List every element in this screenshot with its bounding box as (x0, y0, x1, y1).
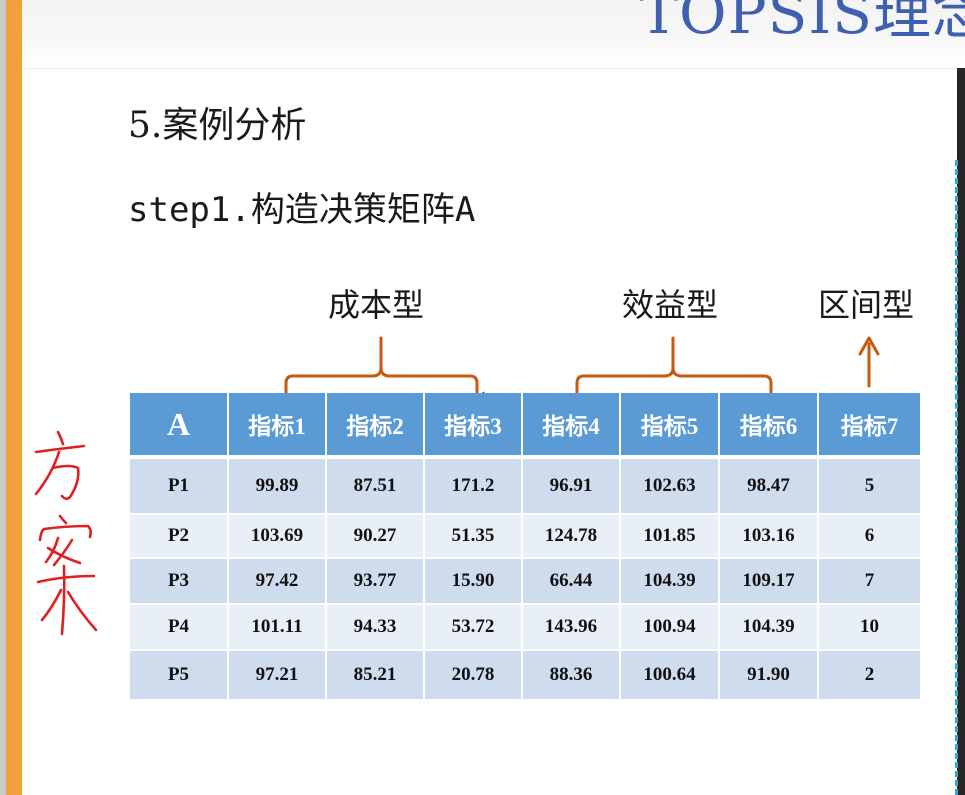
decision-matrix: A 指标1 指标2 指标3 指标4 指标5 指标6 指标7 P1 99.89 8… (130, 393, 920, 699)
row-label: P5 (130, 649, 228, 699)
table-cell: 104.39 (619, 557, 719, 604)
table-cell: 93.77 (325, 557, 424, 604)
step-title: step1.构造决策矩阵A (128, 190, 476, 230)
accent-bar (6, 0, 22, 795)
row-label: P2 (130, 513, 228, 558)
table-header-row: A 指标1 指标2 指标3 指标4 指标5 指标6 指标7 (130, 393, 920, 459)
table-row: P1 99.89 87.51 171.2 96.91 102.63 98.47 … (130, 456, 920, 514)
row-label: P3 (130, 557, 228, 604)
table-cell: 102.63 (619, 456, 719, 514)
column-header: 指标1 (227, 393, 326, 459)
table-cell: 103.16 (718, 513, 818, 558)
table-cell: 85.21 (325, 649, 424, 699)
handwritten-annotation (34, 430, 98, 636)
table-cell: 10 (817, 603, 920, 650)
table-row: P4 101.11 94.33 53.72 143.96 100.94 104.… (130, 603, 920, 650)
table-cell: 103.69 (227, 513, 326, 558)
table-cell: 98.47 (718, 456, 818, 514)
table-cell: 20.78 (423, 649, 522, 699)
table-cell: 88.36 (521, 649, 620, 699)
interval-arrow (858, 336, 880, 388)
table-cell: 90.27 (325, 513, 424, 558)
table-row: P3 97.42 93.77 15.90 66.44 104.39 109.17… (130, 557, 920, 604)
table-cell: 171.2 (423, 456, 522, 514)
section-title: 5.案例分析 (128, 105, 307, 146)
table-cell: 51.35 (423, 513, 522, 558)
table-cell: 101.11 (227, 603, 326, 650)
benefit-type-label: 效益型 (622, 286, 719, 324)
table-cell: 91.90 (718, 649, 818, 699)
table-cell: 100.94 (619, 603, 719, 650)
table-cell: 101.85 (619, 513, 719, 558)
column-header: 指标4 (521, 393, 620, 459)
matrix-label-header: A (130, 393, 228, 459)
table-row: P2 103.69 90.27 51.35 124.78 101.85 103.… (130, 513, 920, 558)
column-header: 指标2 (325, 393, 424, 459)
table-cell: 109.17 (718, 557, 818, 604)
title-band: TOPSIS理念 (22, 0, 965, 69)
table-cell: 87.51 (325, 456, 424, 514)
table-cell: 5 (817, 456, 920, 514)
column-header: 指标6 (718, 393, 818, 459)
table-cell: 15.90 (423, 557, 522, 604)
table-cell: 143.96 (521, 603, 620, 650)
cost-type-label: 成本型 (328, 286, 425, 324)
slide: TOPSIS理念 5.案例分析 step1.构造决策矩阵A 成本型 效益型 区间… (0, 0, 965, 795)
table-cell: 6 (817, 513, 920, 558)
slide-title: TOPSIS理念 (639, 0, 965, 47)
table-cell: 104.39 (718, 603, 818, 650)
table-cell: 53.72 (423, 603, 522, 650)
interval-type-label: 区间型 (818, 286, 915, 324)
table-row: P5 97.21 85.21 20.78 88.36 100.64 91.90 … (130, 649, 920, 699)
right-edge-bar (957, 68, 965, 795)
cost-bracket (284, 336, 479, 397)
benefit-bracket (575, 336, 773, 397)
table-cell: 124.78 (521, 513, 620, 558)
table-cell: 96.91 (521, 456, 620, 514)
table-cell: 100.64 (619, 649, 719, 699)
table-cell: 97.21 (227, 649, 326, 699)
column-header: 指标7 (817, 393, 920, 459)
column-header: 指标5 (619, 393, 719, 459)
column-header: 指标3 (423, 393, 522, 459)
row-label: P1 (130, 456, 228, 514)
table-cell: 97.42 (227, 557, 326, 604)
table-cell: 7 (817, 557, 920, 604)
table-cell: 66.44 (521, 557, 620, 604)
dashed-guide-line (955, 160, 958, 795)
table-cell: 94.33 (325, 603, 424, 650)
table-cell: 2 (817, 649, 920, 699)
row-label: P4 (130, 603, 228, 650)
table-cell: 99.89 (227, 456, 326, 514)
